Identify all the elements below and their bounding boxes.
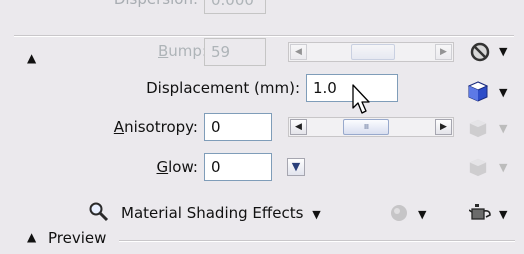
bump-slider-right-arrow-icon: ▶ [435,44,452,60]
bump-slider-thumb [351,44,395,60]
glow-dropdown-button-icon[interactable]: ▼ [287,158,305,176]
bump-label-text: Bump: [158,42,207,60]
glow-dropdown-arrow-icon: ▼ [499,161,508,174]
material-shading-effects-dropdown-arrow-icon: ▼ [312,208,321,221]
preview-triangle-icon[interactable]: ▲ [27,230,36,244]
preview-divider-highlight [119,241,515,242]
anisotropy-cube-map-icon [468,118,488,142]
dispersion-field: 0.000 [204,0,266,14]
teapot-icon[interactable] [468,201,493,227]
anisotropy-slider-right-arrow-icon[interactable]: ▶ [435,119,452,135]
divider-top-highlight [14,36,514,37]
anisotropy-field[interactable]: 0 [204,113,272,141]
collapse-triangle-icon[interactable]: ▲ [27,51,36,65]
anisotropy-slider-thumb[interactable]: IIII [343,119,389,135]
displacement-dropdown-arrow-icon[interactable]: ▼ [499,86,507,99]
sphere-dropdown-arrow-icon[interactable]: ▼ [418,208,426,221]
bump-label: Bump: [158,42,207,60]
cube-map-icon[interactable] [467,80,489,106]
magnifier-icon [88,201,110,227]
anisotropy-slider-left-arrow-icon[interactable]: ◀ [290,119,307,135]
bump-slider-left-arrow-icon: ◀ [290,44,307,60]
glow-cube-map-icon [468,157,488,181]
anisotropy-dropdown-arrow-icon: ▼ [499,122,508,135]
glow-label: Glow: [156,158,198,176]
anisotropy-label: Anisotropy: [113,118,198,136]
preview-label[interactable]: Preview [48,229,106,247]
bump-field: 59 [204,38,266,66]
no-sign-icon[interactable] [469,41,491,67]
bump-dropdown-arrow-icon[interactable]: ▼ [499,45,507,58]
dispersion-label: Dispersion: [98,0,198,8]
material-shading-effects-label: Material Shading Effects [121,204,304,222]
displacement-label: Displacement (mm): [146,79,300,97]
teapot-dropdown-arrow-icon[interactable]: ▼ [499,208,507,221]
anisotropy-slider[interactable]: ◀ IIII ▶ [288,117,454,137]
sphere-icon[interactable] [389,203,409,227]
material-shading-effects-menu[interactable]: Material Shading Effects ▼ [121,204,321,222]
glow-field[interactable]: 0 [204,153,272,181]
mouse-cursor-icon [352,84,372,120]
bump-slider: ◀ ▶ [288,42,454,62]
